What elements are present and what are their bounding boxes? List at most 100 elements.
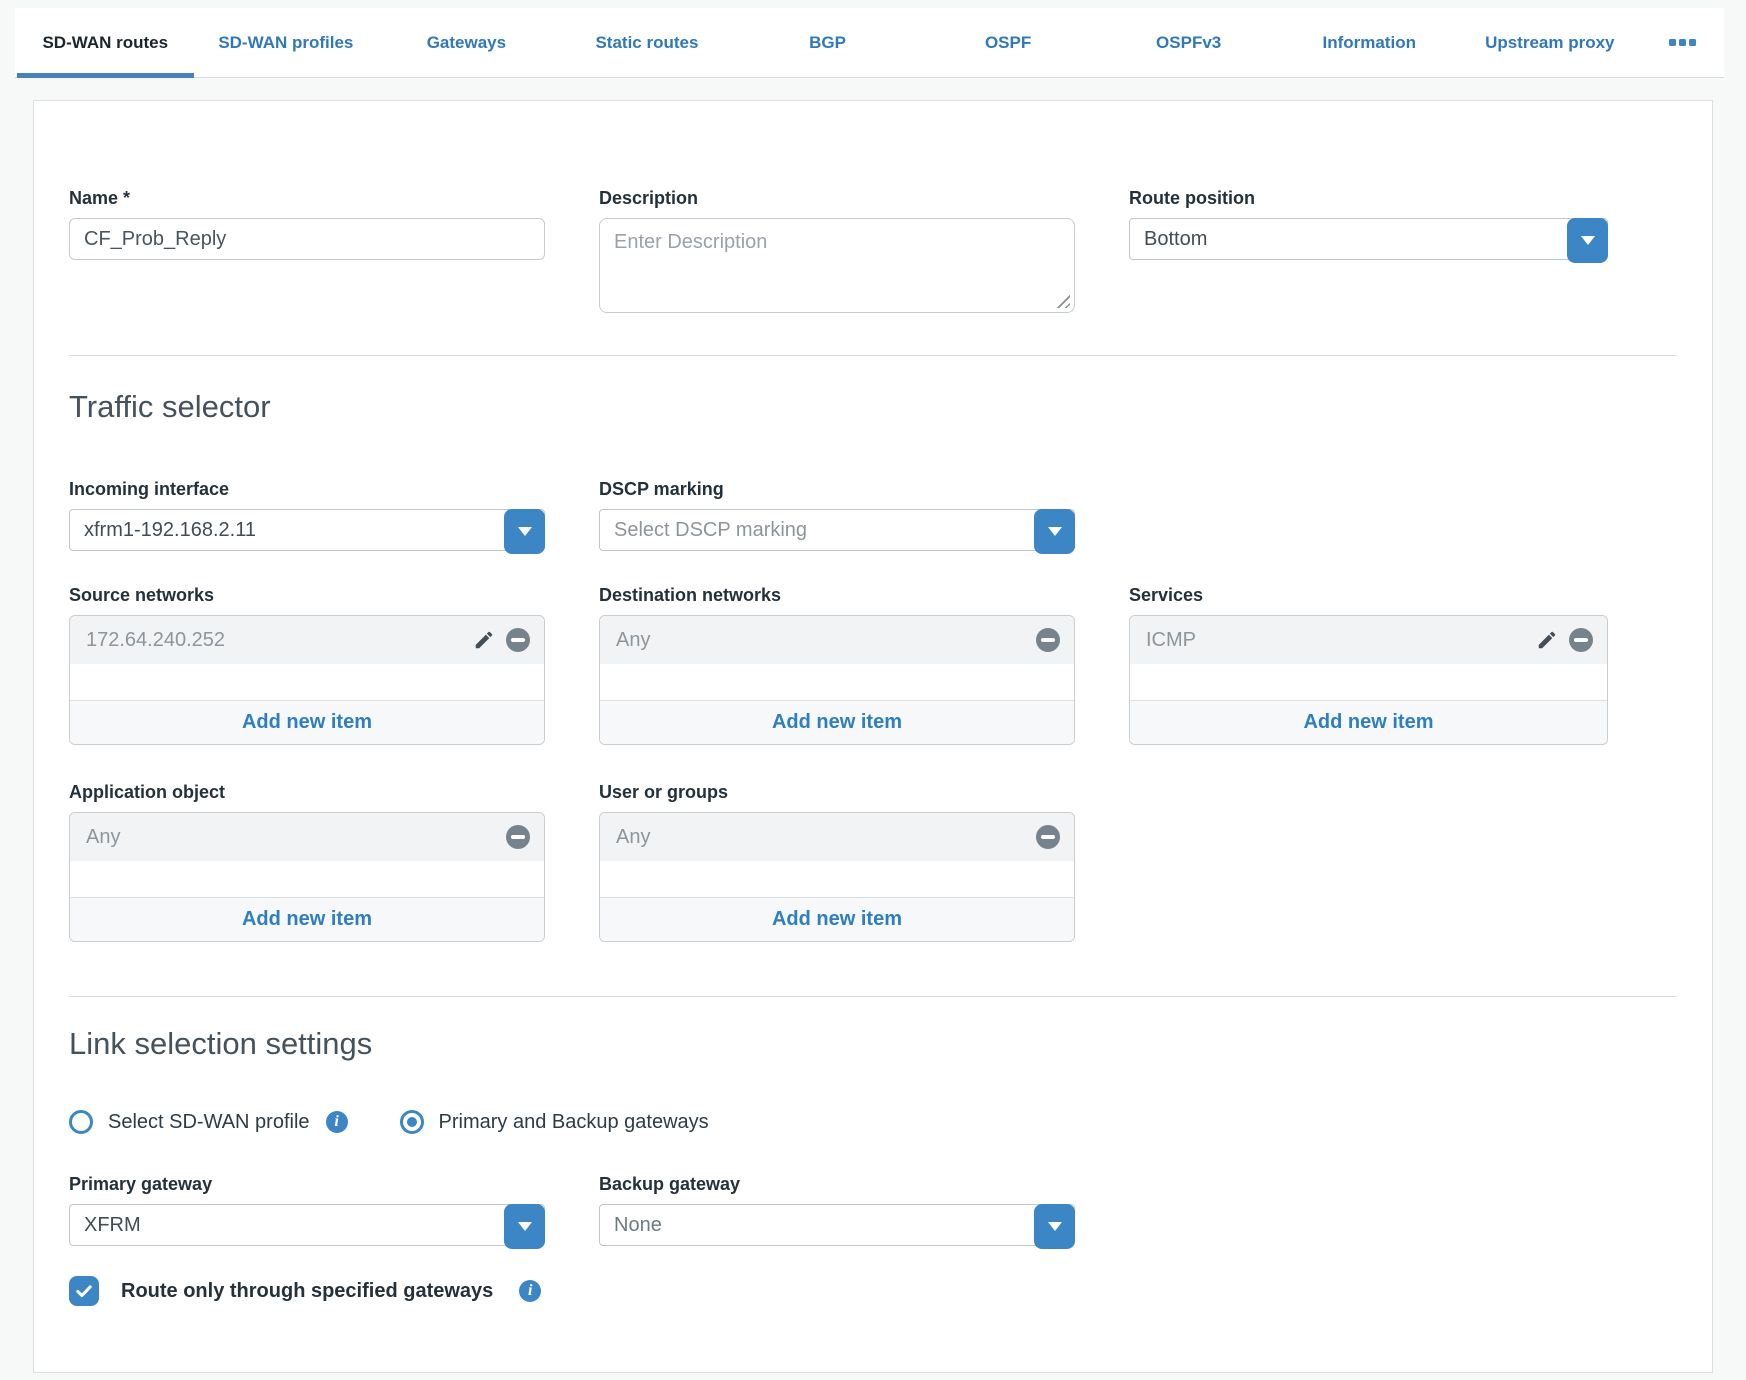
add-new-item-button[interactable]: Add new item xyxy=(600,897,1074,941)
chevron-down-icon xyxy=(518,527,532,536)
chevron-down-icon xyxy=(1048,1222,1062,1231)
remove-minus-icon[interactable] xyxy=(1569,628,1593,652)
incoming-interface-select[interactable]: xfrm1-192.168.2.11 xyxy=(69,509,545,551)
incoming-interface-value: xfrm1-192.168.2.11 xyxy=(84,519,256,542)
list-item: Any xyxy=(600,616,1074,664)
backup-gateway-value: None xyxy=(614,1214,662,1237)
route-only-checkbox[interactable] xyxy=(69,1276,99,1306)
name-input[interactable] xyxy=(69,218,545,260)
tab-gateways[interactable]: Gateways xyxy=(376,8,557,77)
route-position-value: Bottom xyxy=(1144,228,1207,251)
incoming-interface-label: Incoming interface xyxy=(69,478,545,500)
ellipsis-dot-icon xyxy=(1669,39,1676,46)
dscp-marking-select[interactable]: Select DSCP marking xyxy=(599,509,1075,551)
ellipsis-dot-icon xyxy=(1679,39,1686,46)
primary-gateway-select[interactable]: XFRM xyxy=(69,1204,545,1246)
add-new-item-button[interactable]: Add new item xyxy=(1130,700,1607,744)
add-new-item-button[interactable]: Add new item xyxy=(600,700,1074,744)
tab-sdwan-profiles[interactable]: SD-WAN profiles xyxy=(196,8,377,77)
list-item: Any xyxy=(70,813,544,861)
description-field-group: Description xyxy=(599,187,1075,313)
tab-information[interactable]: Information xyxy=(1279,8,1460,77)
listbox-spacer xyxy=(70,861,544,897)
section-divider xyxy=(69,355,1677,356)
primary-gateway-label: Primary gateway xyxy=(69,1173,545,1195)
destination-networks-label: Destination networks xyxy=(599,584,1075,606)
sdwan-route-form-card: Name * Description Route position Bottom xyxy=(33,100,1713,1373)
radio-label-sdwan-profile[interactable]: Select SD-WAN profile xyxy=(108,1111,310,1134)
primary-gateway-field-group: Primary gateway XFRM xyxy=(69,1173,545,1246)
tab-ospfv3[interactable]: OSPFv3 xyxy=(1098,8,1279,77)
incoming-interface-dropdown-button[interactable] xyxy=(504,509,545,554)
add-new-item-button[interactable]: Add new item xyxy=(70,700,544,744)
listbox-spacer xyxy=(1130,664,1607,700)
list-item: Any xyxy=(600,813,1074,861)
dscp-marking-label: DSCP marking xyxy=(599,478,1075,500)
remove-minus-icon[interactable] xyxy=(506,825,530,849)
tab-upstream-proxy[interactable]: Upstream proxy xyxy=(1460,8,1641,77)
ellipsis-dot-icon xyxy=(1689,39,1696,46)
incoming-interface-field-group: Incoming interface xfrm1-192.168.2.11 xyxy=(69,478,545,551)
source-networks-field-group: Source networks 172.64.240.252 Add new i… xyxy=(69,584,545,745)
backup-gateway-field-group: Backup gateway None xyxy=(599,1173,1075,1246)
user-or-groups-label: User or groups xyxy=(599,781,1075,803)
more-tabs-ellipsis-icon[interactable] xyxy=(1640,8,1724,77)
route-position-label: Route position xyxy=(1129,187,1608,209)
remove-minus-icon[interactable] xyxy=(1036,628,1060,652)
application-object-listbox: Any Add new item xyxy=(69,812,545,942)
route-position-select[interactable]: Bottom xyxy=(1129,218,1608,260)
name-field-group: Name * xyxy=(69,187,545,260)
user-or-groups-field-group: User or groups Any Add new item xyxy=(599,781,1075,942)
route-position-dropdown-button[interactable] xyxy=(1567,218,1608,263)
remove-minus-icon[interactable] xyxy=(1036,825,1060,849)
destination-networks-listbox: Any Add new item xyxy=(599,615,1075,745)
tab-sdwan-routes[interactable]: SD-WAN routes xyxy=(15,8,196,77)
radio-primary-backup-gateways[interactable] xyxy=(400,1110,424,1134)
chevron-down-icon xyxy=(1048,527,1062,536)
primary-gateway-value: XFRM xyxy=(84,1214,141,1237)
route-only-checkbox-row: Route only through specified gateways i xyxy=(69,1276,1677,1306)
backup-gateway-dropdown-button[interactable] xyxy=(1034,1204,1075,1249)
dscp-marking-field-group: DSCP marking Select DSCP marking xyxy=(599,478,1075,551)
tab-ospf[interactable]: OSPF xyxy=(918,8,1099,77)
dscp-marking-placeholder: Select DSCP marking xyxy=(614,519,807,542)
list-item-name: Any xyxy=(616,629,1025,652)
tab-bgp[interactable]: BGP xyxy=(737,8,918,77)
primary-gateway-dropdown-button[interactable] xyxy=(504,1204,545,1249)
required-asterisk: * xyxy=(123,188,130,208)
chevron-down-icon xyxy=(518,1222,532,1231)
link-selection-title: Link selection settings xyxy=(69,1023,1677,1065)
source-networks-label: Source networks xyxy=(69,584,545,606)
backup-gateway-select[interactable]: None xyxy=(599,1204,1075,1246)
chevron-down-icon xyxy=(1581,236,1595,245)
list-item: ICMP xyxy=(1130,616,1607,664)
route-position-field-group: Route position Bottom xyxy=(1129,187,1608,260)
edit-pencil-icon[interactable] xyxy=(473,629,495,651)
services-listbox: ICMP Add new item xyxy=(1129,615,1608,745)
source-networks-listbox: 172.64.240.252 Add new item xyxy=(69,615,545,745)
destination-networks-field-group: Destination networks Any Add new item xyxy=(599,584,1075,745)
add-new-item-button[interactable]: Add new item xyxy=(70,897,544,941)
remove-minus-icon[interactable] xyxy=(506,628,530,652)
section-divider xyxy=(69,996,1677,997)
link-selection-radio-group: Select SD-WAN profile i Primary and Back… xyxy=(69,1110,1677,1134)
dscp-marking-dropdown-button[interactable] xyxy=(1034,509,1075,554)
info-icon[interactable]: i xyxy=(519,1280,541,1302)
services-field-group: Services ICMP Add new item xyxy=(1129,584,1608,745)
application-object-label: Application object xyxy=(69,781,545,803)
route-only-checkbox-label[interactable]: Route only through specified gateways xyxy=(121,1280,493,1303)
radio-label-primary-backup-gateways[interactable]: Primary and Backup gateways xyxy=(439,1111,709,1134)
list-item: 172.64.240.252 xyxy=(70,616,544,664)
list-item-name: Any xyxy=(616,826,1025,849)
name-label-text: Name xyxy=(69,188,118,208)
backup-gateway-label: Backup gateway xyxy=(599,1173,1075,1195)
edit-pencil-icon[interactable] xyxy=(1536,629,1558,651)
traffic-selector-title: Traffic selector xyxy=(69,386,1677,428)
description-label: Description xyxy=(599,187,1075,209)
tab-static-routes[interactable]: Static routes xyxy=(557,8,738,77)
radio-select-sdwan-profile[interactable] xyxy=(69,1110,93,1134)
description-textarea[interactable] xyxy=(599,218,1075,313)
user-or-groups-listbox: Any Add new item xyxy=(599,812,1075,942)
info-icon[interactable]: i xyxy=(326,1111,348,1133)
listbox-spacer xyxy=(600,664,1074,700)
